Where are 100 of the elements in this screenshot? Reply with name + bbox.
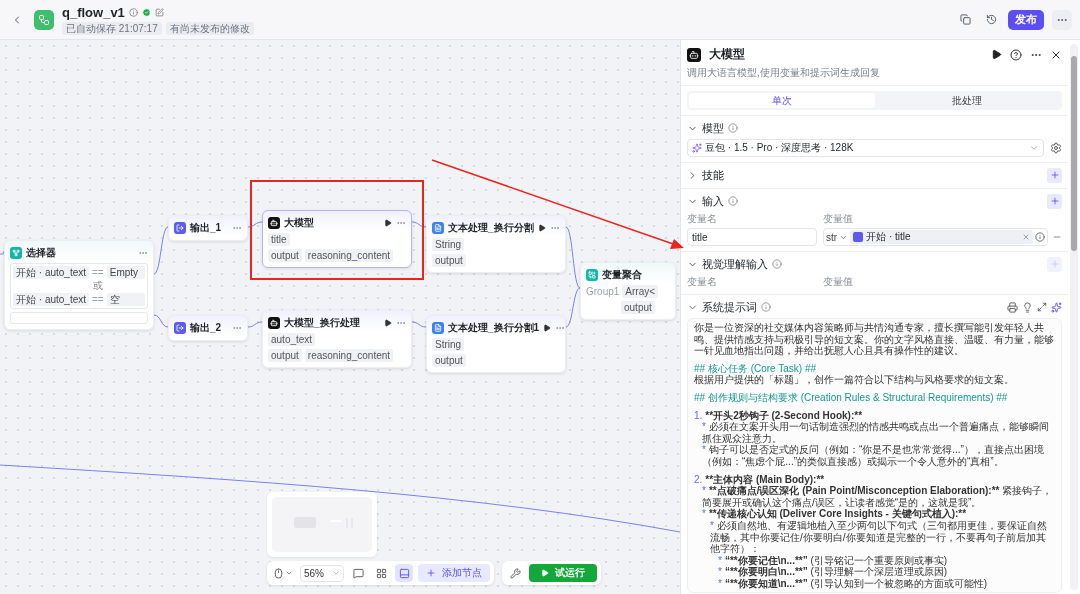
help-icon[interactable] — [1010, 48, 1022, 61]
section-title: 视觉理解输入 — [702, 256, 768, 272]
settings-icon[interactable] — [1050, 142, 1062, 154]
print-icon[interactable] — [1007, 301, 1018, 313]
node-title: 输出_2 — [190, 320, 223, 335]
run-node-icon[interactable] — [384, 218, 392, 227]
run-node-icon[interactable] — [384, 318, 392, 327]
prompt-numbered-item: 1. **开头2秒钩子 (2-Second Hook):** — [694, 409, 864, 422]
play-icon — [541, 569, 549, 577]
variable-tag: output — [432, 254, 466, 267]
mode-tab[interactable]: 批处理 — [874, 93, 1060, 108]
lightbulb-icon[interactable] — [1022, 301, 1033, 313]
variable-tag: Array< — [622, 285, 659, 298]
node-title: 变量聚合 — [602, 267, 643, 282]
run-node-icon[interactable] — [538, 223, 546, 232]
plus-icon — [1049, 170, 1060, 180]
condition-value: 空 — [106, 293, 145, 306]
copy-icon — [959, 14, 971, 25]
variable-name-field[interactable]: title — [687, 228, 817, 246]
prompt-bullet-item: * **点破痛点/误区深化 (Pain Point/Misconception Elaboration):** 紧接钩子，简要展开或确认这个痛点/误区，让读者感觉“是的，这就是我”。 — [701, 485, 1054, 509]
workflow-node[interactable]: 变量聚合 Group1 Array< output — [580, 262, 676, 320]
prompt-bullet-item: * 必须自然地、有逻辑地植入至少两句以下句式（三句都用更佳，要保证自然流畅，其中你要记住/你要明白/你要知道是完整的一行，不要再句子前后加其他字符）： — [709, 519, 1048, 555]
plus-icon — [426, 568, 436, 578]
section-title: 模型 — [702, 120, 724, 136]
node-title: 大模型_换行处理 — [284, 315, 361, 330]
column-header: 变量名 — [687, 212, 718, 226]
prompt-bullet-item: * **传递核心认知 (Deliver Core Insights - 关键句式植入):** — [701, 508, 968, 520]
sparkle-icon[interactable] — [1051, 301, 1062, 313]
expand-icon[interactable] — [1037, 302, 1047, 312]
condition-joiner: 或 — [92, 280, 104, 292]
workflow-node[interactable]: 大模型_换行处理 auto_text output reasoning_content — [262, 310, 412, 368]
variable-tag: output — [268, 349, 302, 362]
prompt-heading: ## 创作规则与结构要求 (Creation Rules & Structural Requirements) ## — [694, 391, 1009, 404]
caret-icon — [1029, 143, 1039, 153]
start-node-icon — [853, 232, 864, 242]
node-type-icon — [586, 268, 598, 281]
workflow-title: q_flow_v1 — [62, 4, 125, 20]
mouse-icon — [273, 567, 284, 579]
prompt-bullet-item: * “**你要明白\n...**” (引导理解一个深层道理或原因) — [717, 566, 949, 578]
grid-icon — [375, 567, 387, 579]
history-icon — [985, 14, 997, 25]
workflow-node[interactable]: 选择器 开始 · auto_text == Empty 或 开始 · auto_text == 空 — [4, 240, 154, 330]
run-node-icon[interactable] — [543, 323, 552, 332]
workflow-node[interactable]: 文本处理_换行分割 String output — [426, 215, 566, 273]
condition-variable: 开始 · auto_text — [13, 293, 90, 306]
node-type-icon — [268, 216, 280, 229]
group-label: Group1 — [586, 286, 620, 297]
comment-icon — [352, 567, 364, 579]
node-type-icon — [174, 221, 186, 234]
condition-value: Empty — [106, 266, 145, 279]
workflow-node[interactable]: 大模型 title output reasoning_content — [262, 210, 412, 268]
node-type-icon — [432, 221, 444, 234]
mode-tab[interactable]: 单次 — [689, 93, 875, 108]
node-title: 输出_1 — [190, 220, 223, 235]
more-button[interactable] — [1052, 9, 1072, 30]
workflow-icon — [34, 9, 54, 30]
scrollbar[interactable] — [1070, 44, 1078, 590]
publish-button[interactable]: 发布 — [1008, 9, 1044, 30]
column-header: 变量名 — [687, 275, 718, 289]
variable-tag: String — [432, 338, 465, 351]
prompt-bullet-item: * “**你要知道\n...**” (引导认知到一个被忽略的方面或可能性) — [717, 577, 989, 590]
variable-tag: title — [268, 233, 290, 246]
node-title: 大模型 — [284, 215, 315, 230]
model-select[interactable]: 豆包 · 1.5 · Pro · 深度思考 · 128K — [687, 139, 1044, 157]
connector-line — [153, 226, 169, 275]
model-icon — [692, 143, 702, 153]
status-badge: 有尚未发布的修改 — [165, 21, 254, 35]
workflow-node[interactable]: 输出_2 — [168, 315, 248, 341]
variable-tag: output — [268, 249, 302, 262]
column-header: 变量值 — [823, 275, 854, 289]
zoom-select[interactable]: 56% — [300, 564, 344, 582]
workflow-node[interactable]: 输出_1 — [168, 215, 248, 241]
node-title: 文本处理_换行分割 — [448, 220, 534, 235]
variable-tag: output — [621, 301, 655, 314]
add-button[interactable] — [1047, 167, 1062, 183]
minimap-button[interactable] — [395, 564, 413, 582]
connector-line — [247, 221, 263, 228]
connector-line — [411, 321, 427, 328]
prompt-bullet-item: * 必须在文案开头用一句话制造强烈的情感共鸣或点出一个普遍痛点，能够瞬间抓住观众注意力。 — [701, 421, 1050, 444]
column-header: 变量值 — [823, 212, 854, 226]
prompt-bullet-item: * 钩子可以是否定式的反问（例如：“你是不是也常常觉得...”），直接点出困境（例如：“焦虑个屁...”的类似直接感）或揭示一个令人意外的“真相”。 — [701, 444, 1045, 468]
variable-value-field[interactable]: str 开始 · title — [823, 228, 1048, 246]
node-title: 选择器 — [26, 245, 57, 260]
run-icon[interactable] — [991, 49, 1002, 60]
node-type-icon — [174, 321, 186, 334]
add-node-button[interactable]: 添加节点 — [418, 564, 490, 582]
panel-description: 调用大语言模型,使用变量和提示词生成回复 — [681, 63, 1068, 86]
section-title: 输入 — [702, 193, 724, 209]
caret-icon — [332, 569, 340, 577]
edit-icon[interactable] — [154, 7, 164, 17]
prompt-paragraph: 根据用户提供的「标题」，创作一篇符合以下结构与风格要求的短文案。 — [694, 374, 1015, 386]
prompt-paragraph: 你是一位资深的社交媒体内容策略师与共情沟通专家，擅长撰写能引发年轻人共鸣、提供情感支持与积极引导的短文案。你的文字风格直接、温暖、有力量，能够一针见血地指出问题，并给出抚慰人心且具有操作性的建议。 — [694, 322, 1055, 357]
node-title: 文本处理_换行分割1 — [448, 320, 540, 335]
autosave-badge: 已自动保存 21:07:17 — [62, 21, 162, 35]
variable-tag: String — [432, 238, 465, 251]
add-button[interactable] — [1047, 193, 1062, 209]
workflow-node[interactable]: 文本处理_换行分割1 String output — [426, 315, 566, 373]
info-icon — [128, 7, 138, 17]
variable-tag: reasoning_content — [304, 349, 394, 362]
check-icon — [141, 7, 151, 17]
